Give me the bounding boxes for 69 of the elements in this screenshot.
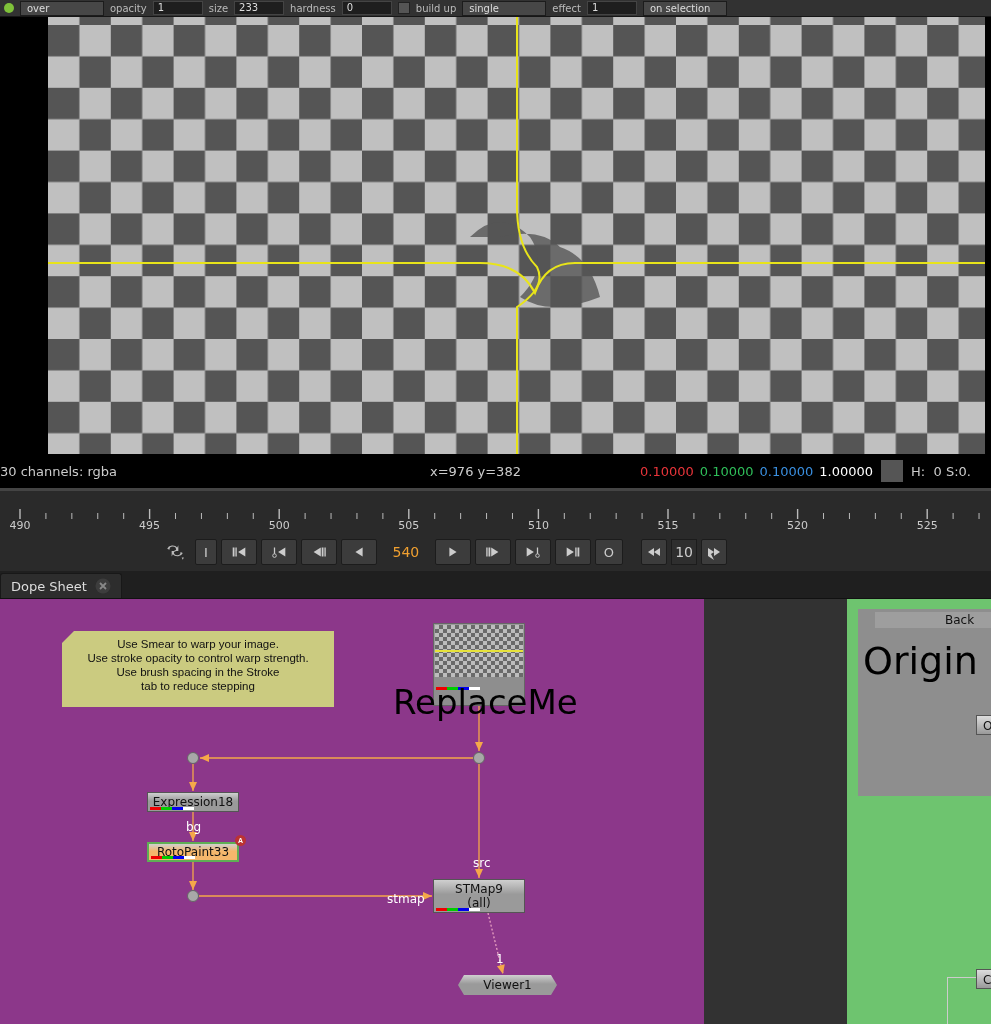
close-icon[interactable] xyxy=(94,578,111,594)
toggle-icon[interactable] xyxy=(397,2,410,14)
input-field[interactable]: 1 xyxy=(586,1,637,15)
hsv-readout: H: 0 S:0. xyxy=(911,463,971,479)
frame-number: 515 xyxy=(657,519,679,532)
input-field[interactable]: 0 xyxy=(341,1,392,15)
graph-node[interactable]: C xyxy=(976,969,991,989)
sticky-note[interactable]: Use Smear to warp your image. Use stroke opacity to control warp strength. Use brush spacing in the Stroke tab to reduce stepping xyxy=(62,631,334,707)
dropdown[interactable]: over xyxy=(20,0,104,16)
viewer-node[interactable]: Viewer1 xyxy=(458,975,557,995)
graph-node[interactable]: Expression18 xyxy=(147,792,239,812)
frame-number: 495 xyxy=(139,519,161,532)
input-label: 1 xyxy=(496,952,504,966)
pixel-value: 0.10000 xyxy=(699,463,754,479)
play-button[interactable] xyxy=(434,539,471,565)
frame-number: 525 xyxy=(916,519,938,532)
input-label: bg xyxy=(186,820,202,834)
dropdown[interactable]: on selection xyxy=(642,0,727,16)
connection-arrow xyxy=(189,763,197,792)
toggle-label: build up xyxy=(415,2,457,14)
step-forward-button[interactable] xyxy=(701,539,728,565)
node-label: RotoPaint33 xyxy=(156,845,230,859)
field-label: effect xyxy=(552,2,581,14)
frame-number: 520 xyxy=(787,519,809,532)
input-field[interactable]: 1 xyxy=(152,1,203,15)
field-label: size xyxy=(208,2,229,14)
node-label: Expression18 xyxy=(152,795,234,809)
node-label: STMap9 xyxy=(455,882,503,896)
pixel-value: 0.10000 xyxy=(640,463,694,479)
dropdown[interactable]: single xyxy=(462,0,547,16)
pixel-value: 1.00000 xyxy=(819,463,874,479)
graph-node[interactable]: O xyxy=(976,715,991,735)
next-frame-button[interactable] xyxy=(474,539,511,565)
node-label: ReplaceMe xyxy=(393,682,578,722)
field-label: hardness xyxy=(290,2,336,14)
backdrop-title: Back xyxy=(875,612,991,628)
step-back-button[interactable] xyxy=(641,539,668,565)
frame-number: 490 xyxy=(9,519,31,532)
color-swatch xyxy=(881,460,904,482)
frame-number: 505 xyxy=(398,519,420,532)
play-backward-button[interactable] xyxy=(340,539,377,565)
input-label: src xyxy=(473,856,491,870)
node-sublabel: (all) xyxy=(467,896,491,910)
backdrop-label: Origin xyxy=(863,639,978,683)
input-field[interactable]: 233 xyxy=(234,1,285,15)
input-label: stmap xyxy=(387,892,425,906)
first-frame-button[interactable] xyxy=(220,539,257,565)
status-icon xyxy=(4,3,14,13)
frame-number: 510 xyxy=(527,519,549,532)
dot-node[interactable] xyxy=(187,890,199,902)
next-keyframe-button[interactable] xyxy=(514,539,551,565)
frame-number: 500 xyxy=(268,519,290,532)
in-point-button[interactable]: I xyxy=(195,539,217,565)
out-point-button[interactable]: O xyxy=(594,539,624,565)
dotted-connection-arrow xyxy=(487,912,505,975)
last-frame-button[interactable] xyxy=(554,539,591,565)
field-label: opacity xyxy=(110,2,147,14)
previous-keyframe-button[interactable] xyxy=(260,539,297,565)
increment-field[interactable]: 10 xyxy=(671,539,698,565)
previous-frame-button[interactable] xyxy=(300,539,337,565)
dot-node[interactable] xyxy=(473,752,485,764)
sticky-note-text: Use Smear to warp your image. Use stroke opacity to control warp strength. Use brush spacing in the Stroke tab to reduce stepping xyxy=(87,637,309,693)
coordinates-readout: x=976 y=382 xyxy=(430,463,522,479)
channels-readout: 30 channels: rgba xyxy=(0,463,118,479)
graph-node[interactable]: STMap9 (all) xyxy=(433,879,525,913)
dot-node[interactable] xyxy=(187,752,199,764)
pixel-value: 0.10000 xyxy=(759,463,814,479)
panel-tab[interactable]: Dope Sheet xyxy=(0,573,122,598)
graph-node[interactable]: RotoPaint33 xyxy=(147,842,239,862)
